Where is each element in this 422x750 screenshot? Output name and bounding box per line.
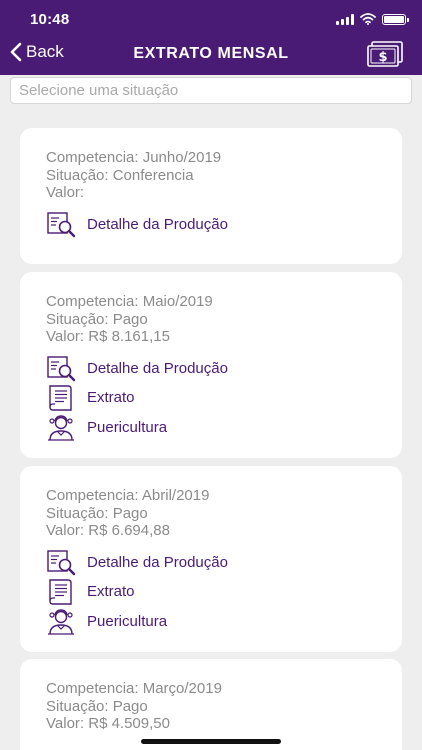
statement-card: Competencia: Março/2019 Situação: Pago Val… xyxy=(20,659,402,750)
battery-icon xyxy=(382,13,409,25)
statement-card: Competencia: Maio/2019 Situação: Pago Valo… xyxy=(20,272,402,458)
status-time: 10:48 xyxy=(30,11,70,28)
card-competencia: Competencia: Março/2019 xyxy=(46,680,222,697)
statement-document-icon xyxy=(46,384,76,412)
card-situacao: Situação: Pago xyxy=(46,697,148,715)
statement-card: Competencia: Abril/2019 Situação: Pago Val… xyxy=(20,466,402,652)
card-situacao: Situação: Pago xyxy=(46,504,148,522)
card-competencia: Competencia: Maio/2019 xyxy=(46,293,213,310)
status-icons xyxy=(336,13,409,25)
money-button[interactable]: $ xyxy=(366,40,404,73)
money-bill-icon: $ xyxy=(367,41,403,67)
card-valor: Valor: R$ 6.694,88 xyxy=(46,522,170,539)
page-title: EXTRATO MENSAL xyxy=(133,45,289,62)
action-label: Detalhe da Produção xyxy=(87,215,228,233)
signal-icon xyxy=(336,13,354,25)
card-situacao: Situação: Pago xyxy=(46,310,148,328)
card-valor: Valor: R$ 8.161,15 xyxy=(46,328,170,345)
app-header: 10:48 Back EXTRATO MENSAL $ xyxy=(0,0,422,75)
statement-card: Competencia: Junho/2019 Situação: Confere… xyxy=(20,128,402,264)
card-competencia: Competencia: Abril/2019 xyxy=(46,487,210,504)
production-detail-icon xyxy=(46,210,76,238)
action-production-detail[interactable]: Detalhe da Produção xyxy=(46,354,376,384)
action-label: Extrato xyxy=(87,583,135,601)
production-detail-icon xyxy=(46,548,76,576)
action-label: Puericultura xyxy=(87,418,168,436)
action-production-detail[interactable]: Detalhe da Produção xyxy=(46,548,376,578)
card-actions: Detalhe da Produção Extrato Puericultura xyxy=(46,354,376,443)
action-production-detail[interactable]: Detalhe da Produção xyxy=(46,210,376,240)
svg-text:$: $ xyxy=(378,50,387,65)
action-statement-document[interactable]: Extrato xyxy=(46,577,376,607)
action-label: Detalhe da Produção xyxy=(87,553,228,571)
card-valor: Valor: xyxy=(46,184,85,201)
child-care-icon xyxy=(46,413,76,441)
action-label: Puericultura xyxy=(87,612,168,630)
action-label: Detalhe da Produção xyxy=(87,359,228,377)
production-detail-icon xyxy=(46,354,76,382)
action-child-care[interactable]: Puericultura xyxy=(46,413,376,443)
card-actions: Detalhe da Produção Extrato Puericultura xyxy=(46,548,376,637)
action-label: Extrato xyxy=(87,389,135,407)
card-competencia: Competencia: Junho/2019 xyxy=(46,149,222,166)
card-valor: Valor: R$ 4.509,50 xyxy=(46,715,170,732)
action-statement-document[interactable]: Extrato xyxy=(46,383,376,413)
wifi-icon xyxy=(360,13,376,25)
home-indicator xyxy=(141,739,281,744)
card-actions: Detalhe da Produção xyxy=(46,210,376,240)
statement-document-icon xyxy=(46,578,76,606)
card-situacao: Situação: Conferencia xyxy=(46,166,194,184)
action-child-care[interactable]: Puericultura xyxy=(46,607,376,637)
status-filter-input[interactable] xyxy=(10,77,412,104)
child-care-icon xyxy=(46,607,76,635)
